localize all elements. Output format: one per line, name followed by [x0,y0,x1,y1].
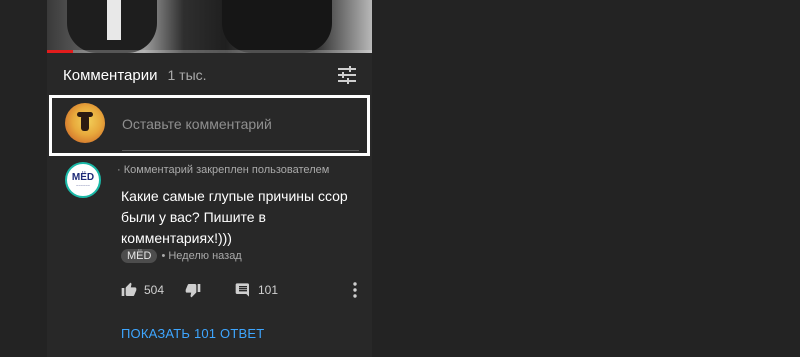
sort-filter-icon[interactable] [336,64,358,86]
video-thumbnail[interactable] [47,0,372,53]
comment-text: Какие самые глупые причины ссор были у в… [121,188,348,246]
add-comment-input[interactable]: Оставьте комментарий [122,116,272,132]
video-progress-fill [47,50,73,53]
input-underline [122,150,359,151]
pinned-label: · Комментарий закреплен пользователем [117,164,369,176]
thumb-down-icon [185,284,201,298]
person-right [222,0,332,53]
comment-icon [235,283,249,297]
show-replies-link[interactable]: ПОКАЗАТЬ 101 ОТВЕТ [121,326,264,341]
channel-avatar[interactable]: MЁD ~~~~~~ [65,162,101,198]
user-avatar [65,103,105,143]
author-badge[interactable]: MЁD [121,249,158,263]
like-button[interactable]: 504 [121,280,164,300]
comments-title: Комментарии [63,66,158,84]
comments-panel: Комментарии 1 тыс. Оставьте комментарий … [47,0,372,357]
comments-header: Комментарии 1 тыс. [63,64,207,86]
comment-actions: 504 101 [121,280,367,300]
comments-count: 1 тыс. [167,67,207,83]
reply-count: 101 [258,283,279,297]
channel-logo-text: MЁD [71,171,95,183]
pinned-label-text: Комментарий закреплен пользователем [123,164,330,176]
channel-logo-sub: ~~~~~~ [75,182,90,188]
avatar-figure [81,115,89,131]
add-comment-box[interactable]: Оставьте комментарий [49,95,370,156]
like-count: 504 [144,283,165,297]
video-progress-track[interactable] [47,50,372,53]
shirt [107,0,121,40]
reply-button[interactable]: 101 [235,280,278,300]
more-vert-icon[interactable] [348,280,362,300]
comment-time: • Неделю назад [161,250,242,262]
comment-meta: MЁD • Неделю назад [121,249,242,263]
dislike-button[interactable] [185,280,201,300]
pin-icon: · [117,164,124,176]
thumb-up-icon [121,282,137,296]
